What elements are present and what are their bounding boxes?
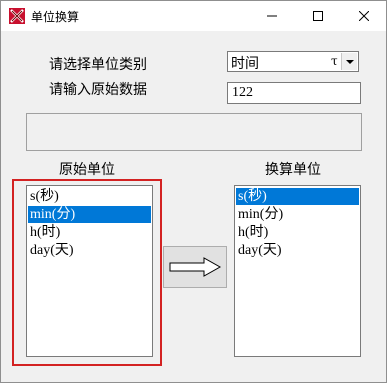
input-label: 请输入原始数据 xyxy=(49,82,147,98)
source-units-title: 原始单位 xyxy=(59,162,115,178)
category-symbol: τ xyxy=(331,54,338,68)
list-item[interactable]: s(秒) xyxy=(236,188,359,205)
list-item[interactable]: s(秒) xyxy=(28,188,151,205)
list-item[interactable]: day(天) xyxy=(28,242,151,259)
close-button[interactable] xyxy=(341,1,387,31)
window-title: 单位换算 xyxy=(31,10,80,24)
maximize-button[interactable] xyxy=(295,1,341,31)
category-select[interactable]: 时间 τ xyxy=(227,51,359,72)
minimize-button[interactable] xyxy=(249,1,295,31)
list-item[interactable]: h(时) xyxy=(28,224,151,241)
right-arrow-icon xyxy=(169,257,222,277)
category-label: 请选择单位类别 xyxy=(49,57,147,73)
list-item[interactable]: day(天) xyxy=(236,242,359,259)
list-item[interactable]: min(分) xyxy=(28,206,151,223)
category-value: 时间 xyxy=(231,56,259,72)
app-window: 单位换算 请选择单位类别 请输入原始数据 时间 τ 原始单位 换算单位 s(秒)… xyxy=(0,0,387,383)
minimize-icon xyxy=(267,15,277,17)
convert-button[interactable] xyxy=(163,246,227,288)
list-item[interactable]: h(时) xyxy=(236,224,359,241)
title-bar[interactable]: 单位换算 xyxy=(1,1,386,31)
chevron-down-icon[interactable] xyxy=(341,53,357,70)
list-item[interactable]: min(分) xyxy=(236,206,359,223)
result-display xyxy=(26,113,362,151)
target-units-title: 换算单位 xyxy=(265,162,321,178)
raw-data-input[interactable] xyxy=(227,82,361,104)
app-icon xyxy=(9,8,25,24)
source-unit-list[interactable]: s(秒) min(分) h(时) day(天) xyxy=(26,185,153,357)
target-unit-list[interactable]: s(秒) min(分) h(时) day(天) xyxy=(234,185,361,357)
maximize-icon xyxy=(313,11,323,21)
close-icon xyxy=(359,11,369,21)
